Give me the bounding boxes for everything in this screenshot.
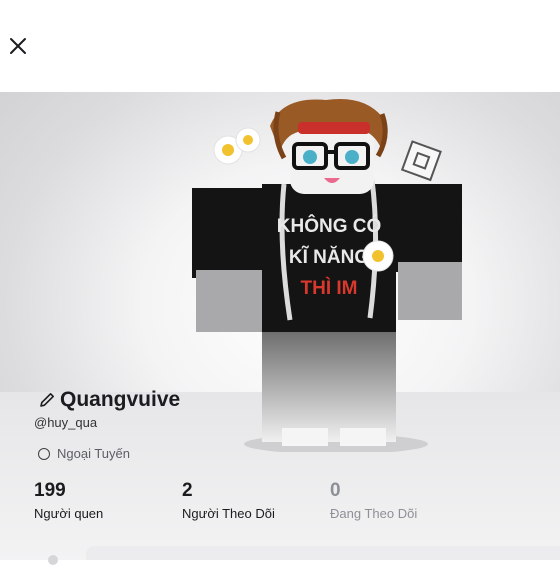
top-bar	[0, 0, 560, 92]
close-icon[interactable]	[6, 34, 30, 58]
stat-followers-count: 2	[182, 480, 193, 501]
stat-following[interactable]: 0 Đang Theo Dõi	[330, 480, 417, 521]
stat-followers[interactable]: 2 Người Theo Dõi	[182, 480, 275, 521]
bottom-indicator	[48, 555, 58, 565]
shirt-text-line-2: KĨ NĂNG	[289, 246, 369, 268]
shirt-text-line-3: THÌ IM	[301, 277, 358, 299]
presence-status: Ngoại Tuyến	[38, 446, 130, 461]
username: @huy_qua	[34, 415, 98, 430]
stat-friends[interactable]: 199 Người quen	[34, 480, 103, 521]
stat-friends-count: 199	[34, 480, 66, 501]
bottom-action-bar[interactable]	[86, 546, 560, 560]
status-text: Ngoại Tuyến	[57, 446, 130, 461]
stat-followers-label: Người Theo Dõi	[182, 506, 275, 521]
display-name: Quangvuive	[60, 388, 181, 411]
stat-following-label: Đang Theo Dõi	[330, 506, 418, 521]
shirt-text-line-1: KHÔNG CÓ	[277, 215, 382, 237]
offline-status-icon	[38, 447, 50, 460]
stat-friends-label: Người quen	[34, 506, 104, 521]
pencil-icon[interactable]	[38, 391, 56, 409]
display-name-row: Quangvuive	[38, 388, 180, 412]
stat-following-count: 0	[330, 480, 341, 501]
